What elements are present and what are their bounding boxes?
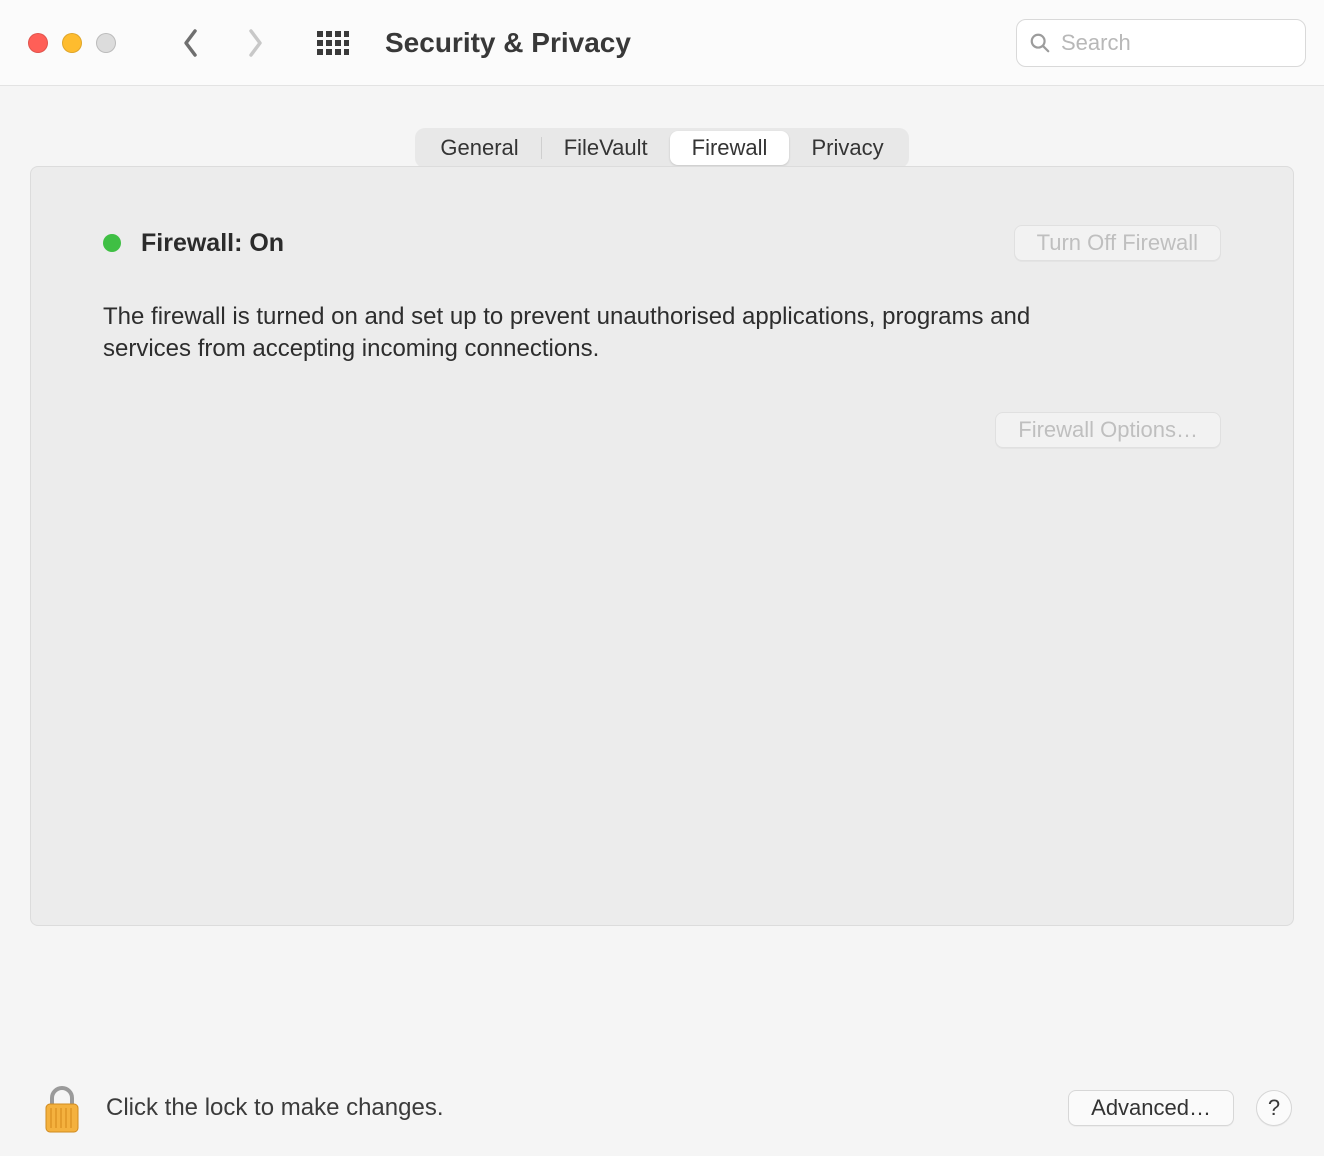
nav-arrows [173,25,273,61]
tab-firewall[interactable]: Firewall [670,131,790,165]
grid-icon [317,31,349,55]
page-title: Security & Privacy [385,27,631,59]
toolbar: Security & Privacy [0,0,1324,86]
firewall-description: The firewall is turned on and set up to … [103,301,1043,366]
show-all-button[interactable] [313,23,353,63]
minimize-window-button[interactable] [62,33,82,53]
turn-off-firewall-button[interactable]: Turn Off Firewall [1014,225,1221,261]
status-indicator-icon [103,234,121,252]
chevron-left-icon [182,28,200,58]
firewall-status-row: Firewall: On Turn Off Firewall [103,225,1221,261]
chevron-right-icon [246,28,264,58]
firewall-status-label: Firewall: On [141,229,284,258]
lock-button[interactable] [40,1080,84,1136]
search-field[interactable] [1016,19,1306,67]
tab-general[interactable]: General [418,131,540,165]
zoom-window-button[interactable] [96,33,116,53]
tab-privacy[interactable]: Privacy [789,131,905,165]
lock-hint: Click the lock to make changes. [106,1094,444,1122]
firewall-options-button[interactable]: Firewall Options… [995,412,1221,448]
help-button[interactable]: ? [1256,1090,1292,1126]
close-window-button[interactable] [28,33,48,53]
forward-button[interactable] [237,25,273,61]
window-controls [28,33,116,53]
footer: Click the lock to make changes. Advanced… [0,1080,1324,1136]
search-input[interactable] [1061,30,1293,56]
back-button[interactable] [173,25,209,61]
search-icon [1029,32,1051,54]
tab-filevault[interactable]: FileVault [542,131,670,165]
tab-bar: General FileVault Firewall Privacy [415,128,908,168]
content-panel: Firewall: On Turn Off Firewall The firew… [30,166,1294,926]
advanced-button[interactable]: Advanced… [1068,1090,1234,1126]
lock-icon [40,1080,84,1136]
